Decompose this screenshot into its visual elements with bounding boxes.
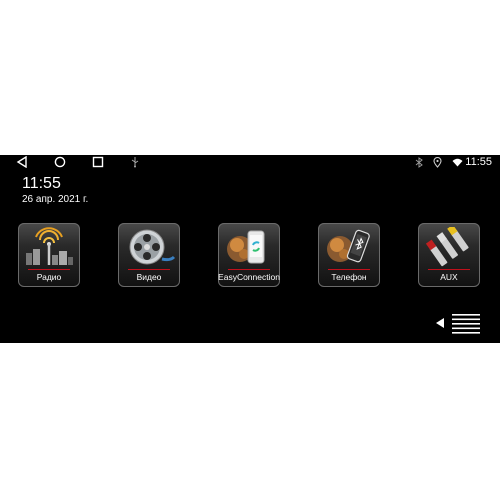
app-tile-easyconnection[interactable]: EasyConnection: [218, 223, 280, 287]
recents-square-icon: [92, 156, 104, 168]
tile-accent-line: [28, 269, 70, 270]
home-circle-icon: [54, 156, 66, 168]
back-triangle-icon: [16, 156, 27, 168]
home-button[interactable]: [54, 156, 66, 168]
app-label: Телефон: [331, 272, 367, 282]
app-label: Радио: [36, 272, 62, 282]
navigation-buttons: [16, 156, 140, 168]
app-label: Видео: [136, 272, 162, 282]
app-tile-video[interactable]: Видео: [118, 223, 180, 287]
tile-accent-line: [228, 269, 270, 270]
app-tile-radio[interactable]: Радио: [18, 223, 80, 287]
app-label: AUX: [440, 272, 458, 282]
usb-icon: [131, 157, 139, 168]
radio-tower-icon: [26, 227, 73, 265]
status-icons: 11:55: [415, 156, 492, 168]
wifi-time-group: 11:55: [452, 156, 492, 168]
bluetooth-phone-icon: [327, 229, 370, 263]
app-label: EasyConnection: [218, 272, 280, 282]
tile-accent-line: [328, 269, 370, 270]
rca-cable-icon: [425, 227, 469, 267]
home-date: 26 апр. 2021 г.: [22, 194, 89, 205]
wifi-icon: [452, 158, 463, 166]
tile-accent-line: [128, 269, 170, 270]
film-reel-icon: [129, 229, 176, 265]
bluetooth-icon: [415, 156, 424, 168]
home-clock: 11:55: [22, 175, 61, 192]
app-tile-aux[interactable]: AUX: [418, 223, 480, 287]
menu-list-icon: [436, 314, 480, 334]
recents-button[interactable]: [92, 156, 104, 168]
head-unit-screen: 11:55 11:55 26 апр. 2021 г. Радио Видео …: [0, 155, 500, 343]
app-tile-phone[interactable]: Телефон: [318, 223, 380, 287]
tile-accent-line: [428, 269, 470, 270]
back-button[interactable]: [16, 156, 28, 168]
app-drawer-button[interactable]: [436, 312, 482, 334]
status-time: 11:55: [465, 156, 492, 168]
location-pin-icon: [433, 156, 442, 168]
phone-link-icon: [227, 230, 265, 264]
usb-status: [130, 156, 140, 168]
status-bar: 11:55: [0, 155, 500, 173]
app-launcher-row: Радио Видео EasyConnection Телефон AUX: [18, 223, 488, 289]
